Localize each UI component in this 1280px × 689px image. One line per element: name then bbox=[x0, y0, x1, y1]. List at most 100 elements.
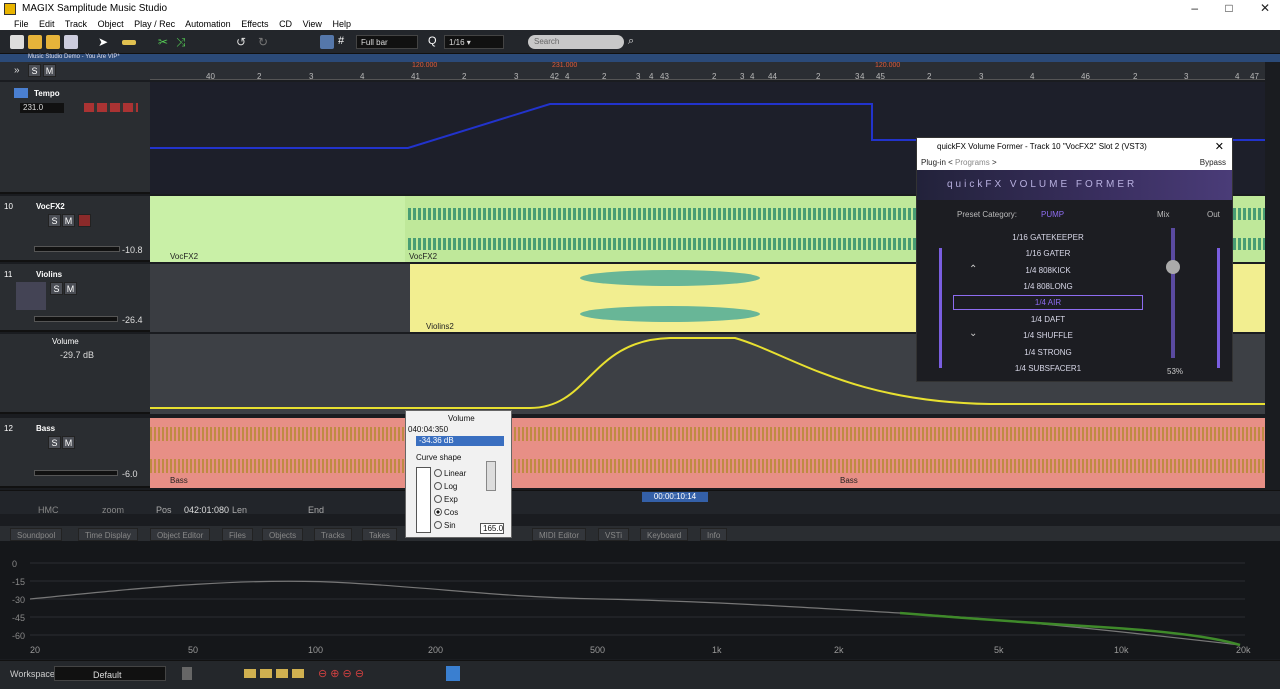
mixer-icon[interactable] bbox=[182, 667, 192, 680]
tab-time-display[interactable]: Time Display bbox=[78, 528, 138, 541]
solo-all-button[interactable]: S bbox=[28, 64, 41, 77]
timeline-ruler[interactable]: 40 2 3 4 41 2 3 4 42 2 3 4 43 2 3 4 44 2… bbox=[150, 62, 1265, 81]
volume-fader[interactable] bbox=[34, 246, 120, 252]
track-name[interactable]: Bass bbox=[36, 424, 55, 433]
solo-button[interactable]: S bbox=[48, 436, 61, 449]
curve-exp-radio[interactable]: Exp bbox=[434, 495, 458, 504]
transport-icons[interactable]: ⊖ ⊕ ⊖ ⊖ bbox=[318, 667, 364, 680]
automation-name[interactable]: Volume bbox=[52, 337, 79, 346]
menu-edit[interactable]: Edit bbox=[39, 19, 55, 29]
tab-tracks[interactable]: Tracks bbox=[314, 528, 352, 541]
save-icon[interactable] bbox=[64, 35, 78, 49]
preset-item[interactable]: 1/4 808LONG bbox=[953, 282, 1143, 291]
tab-midi-editor[interactable]: MIDI Editor bbox=[532, 528, 587, 541]
tab-takes[interactable]: Takes bbox=[362, 528, 397, 541]
quantize-select[interactable]: 1/16 ▾ bbox=[444, 35, 504, 49]
preset-item[interactable]: 1/16 GATEKEEPER bbox=[953, 233, 1143, 242]
track-header-bass[interactable]: 12 Bass S M -6.0 bbox=[0, 418, 150, 488]
snap-icon[interactable] bbox=[320, 35, 334, 49]
grid-mode-select[interactable]: Full bar bbox=[356, 35, 418, 49]
preset-item[interactable]: 1/16 GATER bbox=[953, 249, 1143, 258]
volume-fader[interactable] bbox=[34, 316, 118, 322]
plugin-close-icon[interactable]: ✕ bbox=[1215, 140, 1224, 153]
menu-automation[interactable]: Automation bbox=[185, 19, 231, 29]
menu-object[interactable]: Object bbox=[98, 19, 124, 29]
minimize-button[interactable]: – bbox=[1191, 1, 1198, 15]
tab-keyboard[interactable]: Keyboard bbox=[640, 528, 689, 541]
preset-item[interactable]: 1/4 SHUFFLE bbox=[953, 331, 1143, 340]
curve-slider[interactable] bbox=[486, 461, 496, 491]
page-up-icon[interactable]: ⌃ bbox=[969, 264, 977, 275]
curve-cos-radio[interactable]: Cos bbox=[434, 508, 458, 517]
tempo-marker[interactable]: 120.000 bbox=[875, 62, 900, 69]
solo-button[interactable]: S bbox=[48, 214, 61, 227]
curve-shape-icons[interactable] bbox=[416, 467, 431, 533]
bass-lane[interactable]: Bass Bass bbox=[150, 418, 1265, 488]
scroll-timecode[interactable]: 00:00:10:14 bbox=[642, 492, 708, 502]
mix-slider[interactable] bbox=[1171, 228, 1175, 358]
preset-item[interactable]: 1/4 SUBSFACER1 bbox=[953, 364, 1143, 373]
curve-linear-radio[interactable]: Linear bbox=[434, 469, 466, 478]
record-button[interactable] bbox=[78, 214, 91, 227]
menu-help[interactable]: Help bbox=[332, 19, 351, 29]
open-folder-icon[interactable] bbox=[28, 35, 42, 49]
menu-play-rec[interactable]: Play / Rec bbox=[134, 19, 175, 29]
cut-icon[interactable]: ✂ bbox=[158, 35, 172, 49]
tempo-controls[interactable] bbox=[84, 103, 138, 112]
menu-view[interactable]: View bbox=[303, 19, 322, 29]
plugin-title-bar[interactable]: quickFX Volume Former - Track 10 "VocFX2… bbox=[917, 138, 1232, 156]
preset-item[interactable]: 1/4 STRONG bbox=[953, 348, 1143, 357]
curve-log-radio[interactable]: Log bbox=[434, 482, 457, 491]
redo-icon[interactable]: ↻ bbox=[258, 35, 272, 49]
info-icon[interactable] bbox=[446, 666, 460, 681]
menu-cd[interactable]: CD bbox=[279, 19, 292, 29]
menu-file[interactable]: File bbox=[14, 19, 29, 29]
new-file-icon[interactable] bbox=[10, 35, 24, 49]
expand-icon[interactable]: » bbox=[14, 65, 20, 76]
mute-button[interactable]: M bbox=[64, 282, 77, 295]
tab-objects[interactable]: Objects bbox=[262, 528, 304, 541]
track-name[interactable]: Tempo bbox=[34, 89, 60, 98]
menu-effects[interactable]: Effects bbox=[241, 19, 268, 29]
track-header-tempo[interactable]: Tempo 231.0 bbox=[0, 82, 150, 194]
track-name[interactable]: VocFX2 bbox=[36, 202, 65, 211]
volume-value-input[interactable]: -34.36 dB bbox=[416, 436, 504, 446]
preset-item[interactable]: 1/4 DAFT bbox=[953, 315, 1143, 324]
tab-soundpool[interactable]: Soundpool bbox=[10, 528, 63, 541]
maximize-button[interactable]: □ bbox=[1225, 1, 1232, 15]
bypass-button[interactable]: Bypass bbox=[1200, 158, 1226, 167]
plugin-menu-item[interactable]: Plug-in bbox=[921, 158, 946, 167]
search-input[interactable]: Search bbox=[528, 35, 624, 49]
programs-menu-item[interactable]: Programs bbox=[955, 158, 990, 167]
tempo-marker[interactable]: 120.000 bbox=[412, 62, 437, 69]
grid-icon[interactable]: # bbox=[338, 35, 352, 49]
pointer-tool-icon[interactable]: ➤ bbox=[98, 35, 112, 49]
tab-info[interactable]: Info bbox=[700, 528, 728, 541]
automation-header-volume[interactable]: Volume -29.7 dB bbox=[0, 334, 150, 414]
undo-icon[interactable]: ↺ bbox=[236, 35, 250, 49]
solo-button[interactable]: S bbox=[50, 282, 63, 295]
curve-sin-radio[interactable]: Sin bbox=[434, 521, 456, 530]
plugin-window[interactable]: quickFX Volume Former - Track 10 "VocFX2… bbox=[916, 137, 1233, 382]
range-tool-icon[interactable] bbox=[122, 40, 136, 45]
quantize-icon[interactable]: Q bbox=[428, 35, 442, 49]
tab-files[interactable]: Files bbox=[222, 528, 253, 541]
preset-category-value[interactable]: PUMP bbox=[1041, 210, 1064, 219]
mute-button[interactable]: M bbox=[62, 214, 75, 227]
menu-track[interactable]: Track bbox=[65, 19, 87, 29]
tempo-marker[interactable]: 231.000 bbox=[552, 62, 577, 69]
preset-item[interactable]: 1/4 808KICK bbox=[953, 266, 1143, 275]
track-header-violins[interactable]: 11 Violins S M -26.4 bbox=[0, 264, 150, 332]
search-icon[interactable]: ⌕ bbox=[628, 35, 642, 49]
tab-vsti[interactable]: VSTi bbox=[598, 528, 630, 541]
track-name[interactable]: Violins bbox=[36, 270, 62, 279]
preset-item-selected[interactable]: 1/4 AIR bbox=[953, 295, 1143, 310]
mute-all-button[interactable]: M bbox=[43, 64, 56, 77]
tempo-value[interactable]: 231.0 bbox=[20, 103, 64, 113]
layout-icons[interactable] bbox=[244, 669, 304, 678]
close-window-button[interactable]: ✕ bbox=[1260, 1, 1270, 15]
split-icon[interactable]: ⤨ bbox=[176, 35, 190, 49]
workspace-select[interactable]: Default bbox=[54, 666, 166, 681]
pos-value[interactable]: 042:01:080 bbox=[184, 505, 229, 515]
mix-knob[interactable] bbox=[1166, 260, 1180, 274]
